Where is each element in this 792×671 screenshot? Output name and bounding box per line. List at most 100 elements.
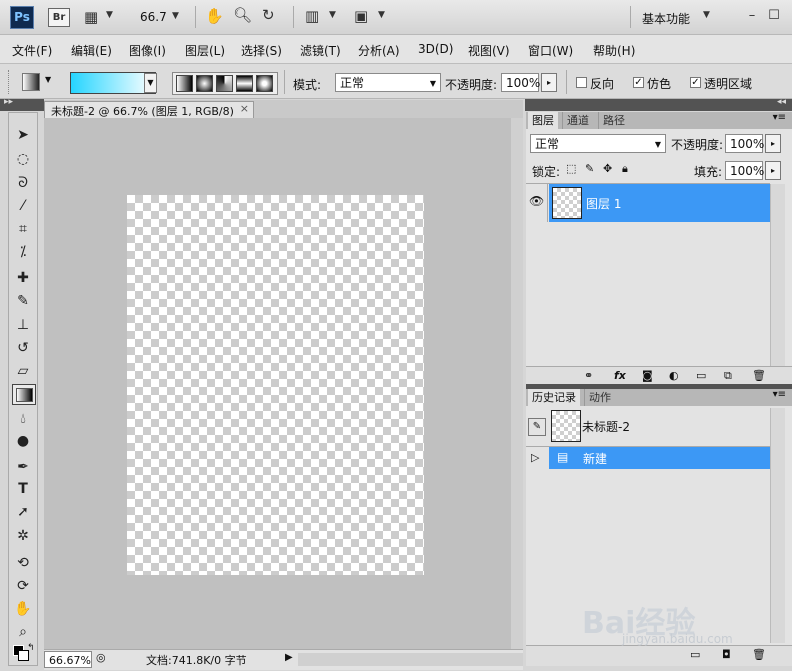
- options-grip[interactable]: [8, 70, 11, 94]
- new-document-from-state-icon[interactable]: ▭: [690, 648, 700, 661]
- layer-style-icon[interactable]: fx: [614, 369, 626, 382]
- opacity-input[interactable]: 100%: [501, 73, 540, 92]
- document-canvas[interactable]: [127, 195, 424, 575]
- pen-tool-icon[interactable]: ✒: [11, 456, 35, 478]
- chevron-down-icon[interactable]: ▼: [378, 10, 385, 20]
- layer-row-selected[interactable]: 图层 1: [549, 184, 770, 222]
- move-tool-icon[interactable]: ➤: [11, 124, 35, 146]
- rotate-view-icon[interactable]: ↻: [262, 6, 275, 24]
- reverse-checkbox[interactable]: [576, 77, 587, 88]
- status-info-icon[interactable]: ◎: [96, 651, 106, 664]
- chevron-down-icon[interactable]: ▼: [703, 10, 710, 20]
- brush-tool-icon[interactable]: ✎: [11, 290, 35, 312]
- transparency-checkbox[interactable]: ✓: [690, 77, 701, 88]
- history-snapshot-row[interactable]: ✎ 未标题-2: [526, 408, 770, 446]
- panel-dock-header[interactable]: ◂◂: [525, 97, 792, 111]
- history-scrollbar[interactable]: [770, 408, 785, 643]
- menu-analysis[interactable]: 分析(A): [358, 42, 400, 59]
- bridge-button[interactable]: Br: [48, 8, 70, 27]
- custom-shape-icon[interactable]: ✲: [11, 525, 35, 547]
- menu-filter[interactable]: 滤镜(T): [300, 42, 341, 59]
- healing-brush-icon[interactable]: ✚: [11, 267, 35, 289]
- opacity-slider-toggle[interactable]: ▸: [541, 73, 557, 92]
- tab-layers[interactable]: 图层: [528, 112, 558, 129]
- chevron-down-icon[interactable]: ▼: [172, 11, 179, 21]
- workspace-switcher[interactable]: 基本功能: [642, 10, 690, 27]
- diamond-gradient-icon[interactable]: [256, 75, 273, 92]
- mode-select[interactable]: 正常 ▼: [335, 73, 441, 92]
- tab-paths[interactable]: 路径: [598, 112, 629, 129]
- layer-visibility-toggle[interactable]: 👁︎: [526, 184, 548, 222]
- chevron-down-icon[interactable]: ▼: [45, 75, 51, 84]
- link-layers-icon[interactable]: ⚭: [584, 369, 593, 382]
- tab-channels[interactable]: 通道: [562, 112, 593, 129]
- path-selection-icon[interactable]: ➚: [11, 501, 35, 523]
- fill-slider-toggle[interactable]: ▸: [765, 161, 781, 180]
- adjustment-layer-icon[interactable]: ◐: [669, 369, 679, 382]
- clone-stamp-icon[interactable]: ⊥: [11, 314, 35, 336]
- linear-gradient-icon[interactable]: [176, 75, 193, 92]
- tab-history[interactable]: 历史记录: [528, 389, 580, 406]
- layer-opacity-slider-toggle[interactable]: ▸: [765, 134, 781, 153]
- layer-mask-icon[interactable]: ◙: [642, 369, 653, 382]
- menu-3d[interactable]: 3D(D): [418, 42, 453, 56]
- hand-tool-icon[interactable]: ✋: [205, 7, 224, 25]
- radial-gradient-icon[interactable]: [196, 75, 213, 92]
- film-view-icon[interactable]: ▦: [84, 8, 98, 26]
- eyedropper-icon[interactable]: ⁒: [11, 241, 35, 263]
- angle-gradient-icon[interactable]: [216, 75, 233, 92]
- history-brush-source-icon[interactable]: ✎: [528, 418, 546, 436]
- history-state-selected[interactable]: ▤ 新建: [549, 447, 770, 469]
- crop-tool-icon[interactable]: ⌗: [11, 218, 35, 240]
- fill-input[interactable]: 100%: [725, 161, 764, 180]
- menu-window[interactable]: 窗口(W): [528, 42, 573, 59]
- status-menu-arrow-icon[interactable]: ▶: [285, 652, 293, 663]
- layers-scrollbar[interactable]: [770, 184, 785, 366]
- hand-tool-icon[interactable]: ✋: [11, 598, 35, 620]
- history-state-marker[interactable]: ▷: [526, 447, 548, 469]
- dodge-tool-icon[interactable]: ●: [11, 430, 35, 452]
- maximize-icon[interactable]: ☐: [764, 7, 784, 25]
- swap-colors-icon[interactable]: ↰: [27, 643, 35, 653]
- minimize-icon[interactable]: –: [742, 7, 762, 25]
- chevron-down-icon[interactable]: ▼: [106, 10, 113, 20]
- expand-icon[interactable]: ◂◂: [777, 97, 786, 107]
- layer-blend-mode-select[interactable]: 正常 ▼: [530, 134, 666, 153]
- gradient-dropdown-icon[interactable]: ▼: [144, 73, 157, 93]
- layer-opacity-input[interactable]: 100%: [725, 134, 764, 153]
- eraser-tool-icon[interactable]: ▱: [11, 360, 35, 382]
- screen-mode-icon[interactable]: ▣: [354, 7, 368, 25]
- panel-menu-icon[interactable]: ▾≡: [773, 112, 786, 123]
- document-tab[interactable]: 未标题-2 @ 66.7% (图层 1, RGB/8) ×: [44, 101, 254, 118]
- tab-actions[interactable]: 动作: [584, 389, 615, 406]
- lasso-tool-icon[interactable]: ᘐ: [11, 172, 35, 194]
- new-layer-icon[interactable]: ⧉: [724, 369, 732, 383]
- type-tool-icon[interactable]: T: [11, 478, 35, 500]
- 3d-orbit-icon[interactable]: ⟳: [11, 575, 35, 597]
- delete-state-icon[interactable]: 🗑︎: [752, 648, 766, 661]
- new-group-icon[interactable]: ▭: [696, 369, 706, 382]
- gradient-tool-icon[interactable]: [12, 384, 36, 405]
- delete-layer-icon[interactable]: 🗑︎: [752, 369, 766, 382]
- close-icon[interactable]: ×: [240, 102, 249, 115]
- panel-menu-icon[interactable]: ▾≡: [773, 389, 786, 400]
- lock-position-icon[interactable]: ✥: [603, 162, 612, 175]
- lock-image-icon[interactable]: ✎: [585, 162, 594, 175]
- menu-help[interactable]: 帮助(H): [593, 42, 635, 59]
- 3d-rotate-icon[interactable]: ⟲: [11, 552, 35, 574]
- toolbox-header[interactable]: ▸▸: [0, 97, 44, 111]
- menu-view[interactable]: 视图(V): [468, 42, 510, 59]
- horizontal-scrollbar[interactable]: [298, 653, 523, 666]
- menu-edit[interactable]: 编辑(E): [71, 42, 112, 59]
- menu-image[interactable]: 图像(I): [129, 42, 166, 59]
- lock-all-icon[interactable]: 🔒︎: [622, 162, 628, 176]
- history-brush-icon[interactable]: ↺: [11, 337, 35, 359]
- marquee-tool-icon[interactable]: ◌: [11, 148, 35, 170]
- zoom-level-dropdown[interactable]: 66.7: [140, 10, 167, 24]
- arrange-documents-icon[interactable]: ▥: [305, 7, 319, 25]
- lock-transparent-icon[interactable]: ⬚: [566, 162, 576, 175]
- magic-wand-icon[interactable]: ⁄: [11, 195, 35, 217]
- dither-checkbox[interactable]: ✓: [633, 77, 644, 88]
- new-snapshot-icon[interactable]: ◘: [722, 648, 731, 661]
- zoom-tool-icon[interactable]: 🔍︎: [233, 6, 252, 24]
